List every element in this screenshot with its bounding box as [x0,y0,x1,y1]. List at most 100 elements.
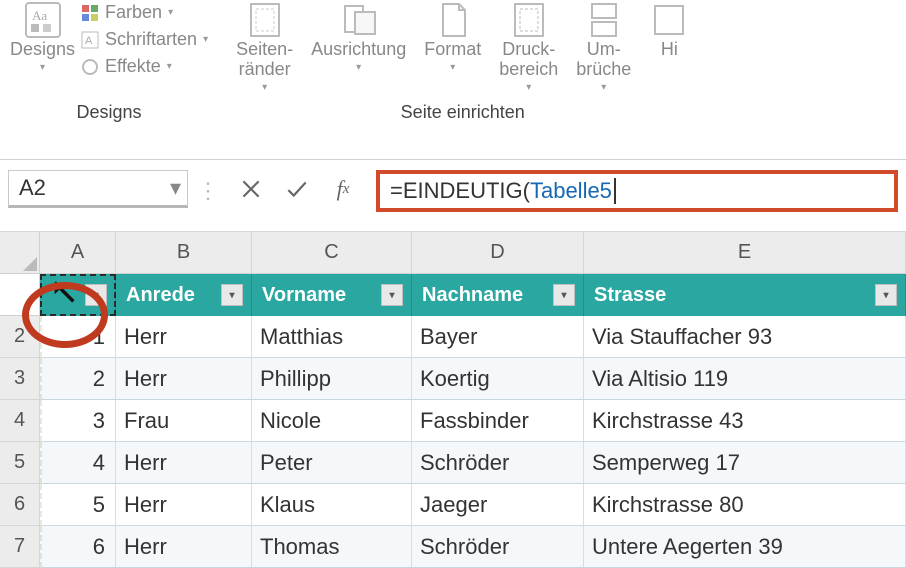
formula-bar: A2 ▾ ⋮ fx =EINDEUTIG(Tabelle5 [0,160,906,218]
colors-label: Farben [105,2,162,23]
table-header-strasse[interactable]: Strasse ▾ [584,274,906,316]
cell[interactable]: Herr [116,442,252,484]
cell[interactable]: Matthias [252,316,412,358]
orientation-label: Ausrichtung [311,40,406,60]
cell[interactable]: Kirchstrasse 43 [584,400,906,442]
row-header[interactable]: 6 [0,484,40,526]
fonts-button[interactable]: A Schriftarten ▾ [81,29,208,50]
cell[interactable]: Via Stauffacher 93 [584,316,906,358]
cell[interactable]: Schröder [412,442,584,484]
breaks-button[interactable]: Um- brüche ▾ [576,0,631,93]
cell[interactable]: Koertig [412,358,584,400]
header-label: Strasse [594,284,666,307]
row-header[interactable]: 7 [0,526,40,568]
table-row: 2 Herr Phillipp Koertig Via Altisio 119 [40,358,906,400]
cell[interactable]: Peter [252,442,412,484]
cancel-button[interactable] [228,170,274,208]
margins-icon [245,0,285,40]
cell[interactable]: Herr [116,526,252,568]
table-header-row: ▾ Anrede ▾ Vorname ▾ Nachname ▾ Strasse … [40,274,906,316]
cell[interactable]: Herr [116,358,252,400]
ribbon: Aa Designs ▾ Farben ▾ A [0,0,906,160]
filter-button[interactable]: ▾ [381,284,403,306]
table-header-nachname[interactable]: Nachname ▾ [412,274,584,316]
cell[interactable]: Herr [116,316,252,358]
cell[interactable]: Semperweg 17 [584,442,906,484]
select-all-corner[interactable] [0,232,40,274]
column-headers: A B C D E [40,232,906,274]
table-row: 4 Herr Peter Schröder Semperweg 17 [40,442,906,484]
cell[interactable]: Schröder [412,526,584,568]
cell[interactable]: Kirchstrasse 80 [584,484,906,526]
print-area-label: Druck- bereich [499,40,558,80]
orientation-button[interactable]: Ausrichtung ▾ [311,0,406,73]
cell[interactable]: 5 [40,484,116,526]
table-header-vorname[interactable]: Vorname ▾ [252,274,412,316]
column-header[interactable]: E [584,232,906,274]
orientation-icon [339,0,379,40]
header-label: Anrede [126,284,195,307]
background-button[interactable]: Hi [649,0,689,62]
column-header[interactable]: A [40,232,116,274]
insert-function-button[interactable]: fx [320,170,366,208]
header-label: Vorname [262,284,346,307]
cell[interactable]: Herr [116,484,252,526]
cell[interactable]: Jaeger [412,484,584,526]
filter-button[interactable]: ▾ [875,284,897,306]
effects-button[interactable]: Effekte ▾ [81,56,208,77]
table-header-anrede[interactable]: Anrede ▾ [116,274,252,316]
table-row: 6 Herr Thomas Schröder Untere Aegerten 3… [40,526,906,568]
cell[interactable]: 3 [40,400,116,442]
filter-button[interactable]: ▾ [85,284,107,306]
column-header[interactable]: C [252,232,412,274]
cell[interactable]: Frau [116,400,252,442]
column-header[interactable]: D [412,232,584,274]
enter-button[interactable] [274,170,320,208]
row-header[interactable] [0,274,40,316]
spreadsheet-grid: 2 3 4 5 6 7 A B C D E ▾ Anrede ▾ [0,232,906,568]
chevron-down-icon: ▾ [170,175,181,201]
formula-input[interactable]: =EINDEUTIG(Tabelle5 [376,170,898,212]
print-area-icon [509,0,549,40]
cell[interactable]: Untere Aegerten 39 [584,526,906,568]
print-area-button[interactable]: Druck- bereich ▾ [499,0,558,93]
column-header[interactable]: B [116,232,252,274]
cell[interactable]: 1 [40,316,116,358]
row-header[interactable]: 5 [0,442,40,484]
cell[interactable]: Via Altisio 119 [584,358,906,400]
cell[interactable]: Thomas [252,526,412,568]
cell[interactable]: 6 [40,526,116,568]
size-button[interactable]: Format ▾ [424,0,481,73]
name-box-value: A2 [19,175,46,201]
expand-dots-icon[interactable]: ⋮ [198,170,218,212]
diagonal-arrow-cursor-icon [50,278,78,312]
colors-button[interactable]: Farben ▾ [81,2,208,23]
margins-button[interactable]: Seiten- ränder ▾ [236,0,293,93]
row-header[interactable]: 3 [0,358,40,400]
page-size-icon [433,0,473,40]
cell[interactable]: 4 [40,442,116,484]
cell[interactable]: Bayer [412,316,584,358]
row-header[interactable]: 2 [0,316,40,358]
designs-label: Designs [10,40,75,60]
name-box[interactable]: A2 ▾ [8,170,188,208]
filter-button[interactable]: ▾ [553,284,575,306]
cell[interactable]: Klaus [252,484,412,526]
row-header[interactable]: 4 [0,400,40,442]
svg-text:A: A [85,35,93,47]
cell[interactable]: Phillipp [252,358,412,400]
chevron-down-icon: ▾ [168,7,173,18]
background-icon [649,0,689,40]
group-label-page-setup: Seite einrichten [401,102,525,123]
fonts-label: Schriftarten [105,29,197,50]
table-row: 5 Herr Klaus Jaeger Kirchstrasse 80 [40,484,906,526]
chevron-down-icon: ▾ [262,82,267,93]
cell[interactable]: Nicole [252,400,412,442]
cell[interactable]: Fassbinder [412,400,584,442]
designs-button[interactable]: Aa Designs ▾ [10,0,75,73]
cell[interactable]: 2 [40,358,116,400]
background-label: Hi [661,40,678,60]
table-header-id[interactable]: ▾ [40,274,116,316]
filter-button[interactable]: ▾ [221,284,243,306]
chevron-down-icon: ▾ [40,62,45,73]
